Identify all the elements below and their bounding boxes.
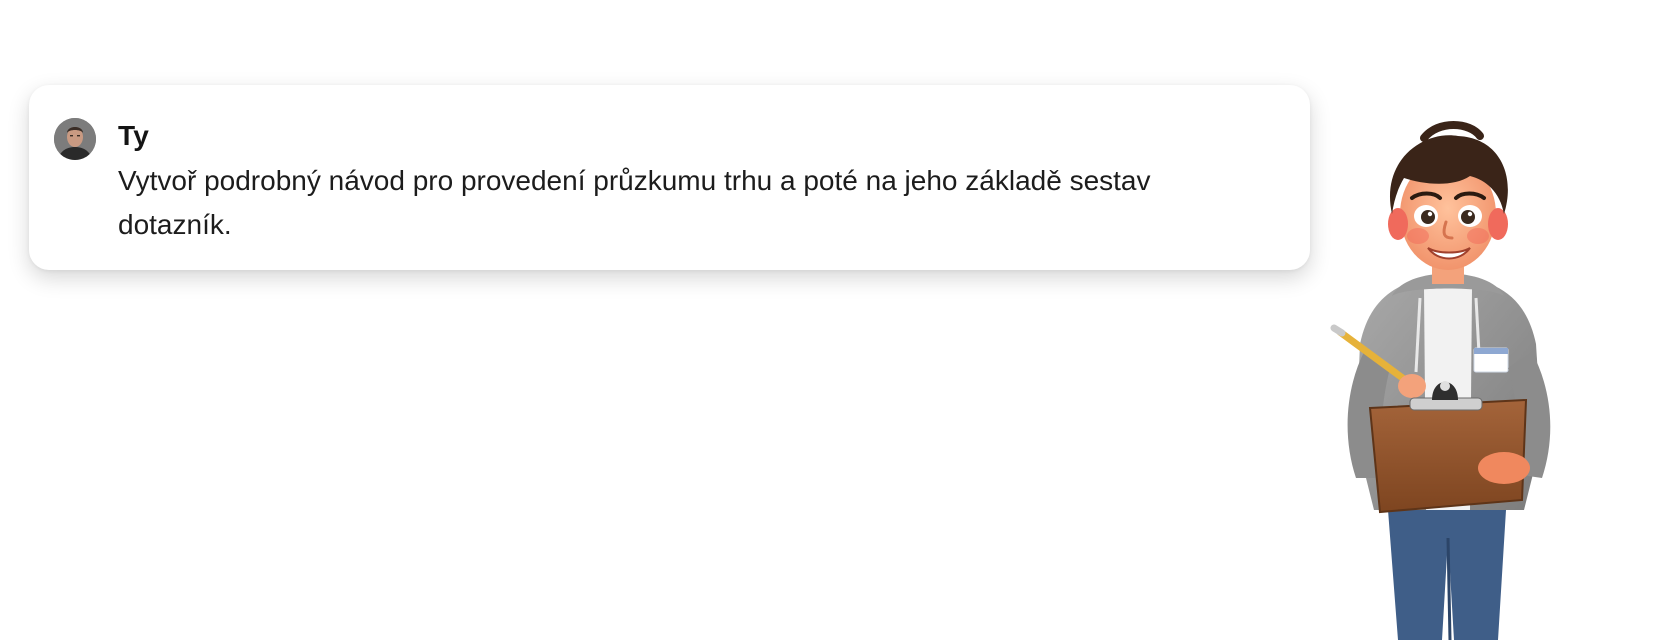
message-author: Ty	[118, 120, 149, 151]
user-avatar	[54, 118, 96, 160]
message-text: Vytvoř podrobný návod pro provedení průz…	[118, 165, 1151, 240]
researcher-character-icon	[1330, 121, 1551, 640]
user-message-card: Ty Vytvoř podrobný návod pro provedení p…	[29, 85, 1310, 270]
avatar-photo-icon	[54, 118, 96, 160]
